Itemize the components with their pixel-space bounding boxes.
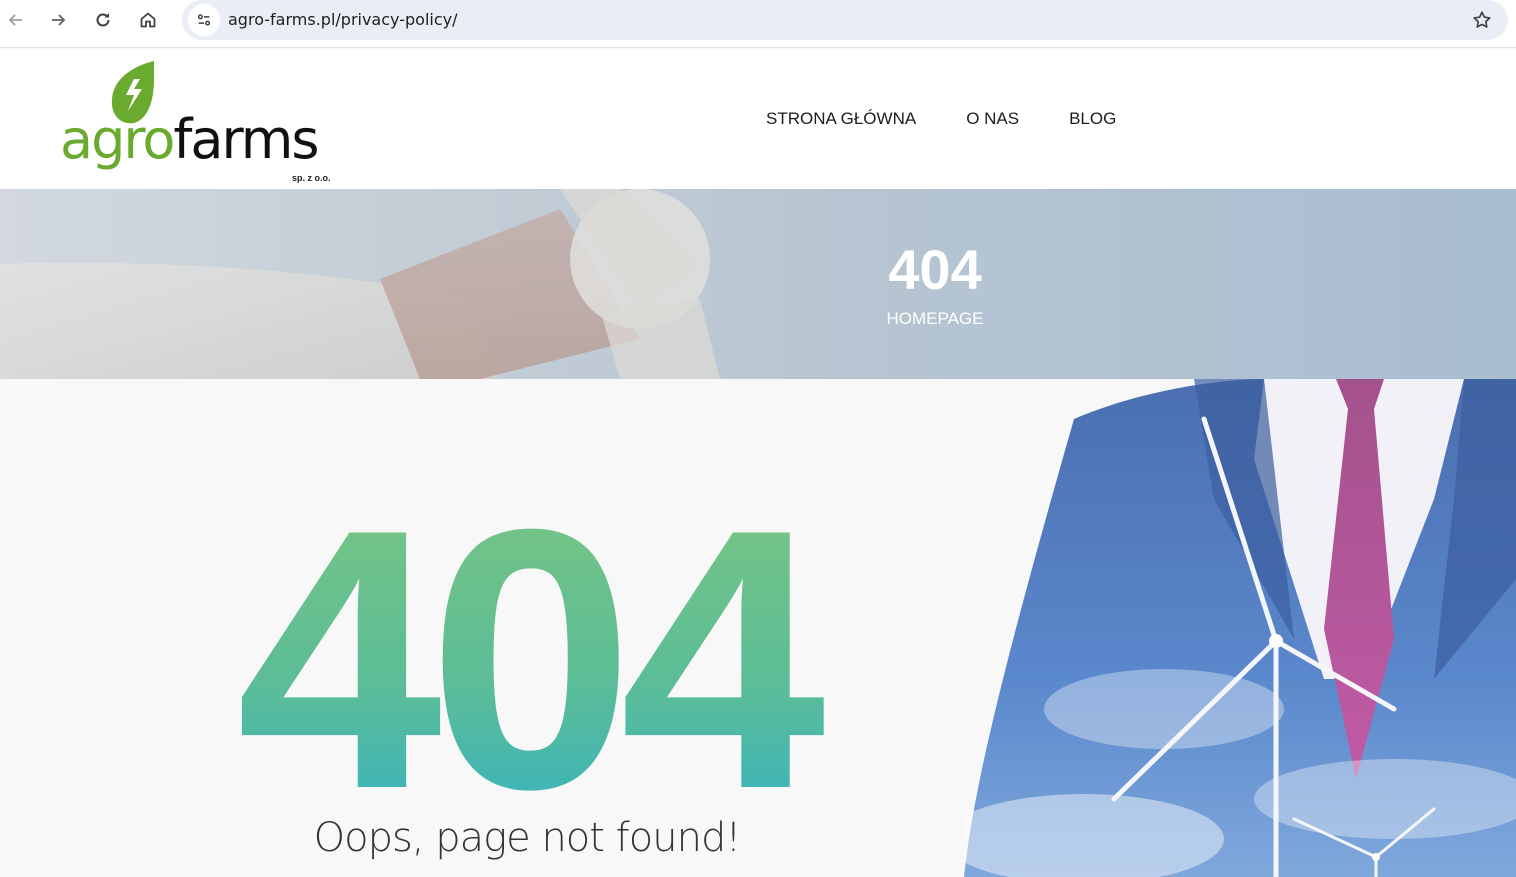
main-nav: STRONA GŁÓWNA O NAS BLOG	[766, 109, 1166, 129]
breadcrumb[interactable]: HOMEPAGE	[0, 309, 1516, 329]
reload-icon[interactable]	[87, 4, 119, 36]
bookmark-star-icon[interactable]	[1470, 8, 1494, 32]
hero-title: 404	[888, 238, 982, 301]
main-content: 404 Oops, page not found!	[0, 379, 1516, 877]
back-arrow-icon[interactable]	[0, 4, 32, 36]
businessman-wind-turbines-image	[964, 379, 1516, 877]
nav-item-o-nas[interactable]: O NAS	[966, 109, 1019, 129]
url-text[interactable]: agro-farms.pl/privacy-policy/	[228, 10, 457, 29]
error-code-text: 404	[236, 497, 828, 797]
logo-wordmark: agrofarms	[60, 108, 320, 171]
site-header: agrofarms sp. z o.o. STRONA GŁÓWNA O NAS…	[0, 49, 1516, 189]
hero-banner: 404 HOMEPAGE	[0, 189, 1516, 379]
logo-suffix: sp. z o.o.	[292, 173, 331, 183]
nav-item-strona-glowna[interactable]: STRONA GŁÓWNA	[766, 109, 916, 129]
nav-item-blog[interactable]: BLOG	[1069, 109, 1116, 129]
error-code-graphic: 404	[236, 497, 842, 797]
site-info-icon[interactable]	[188, 4, 220, 36]
agrofarms-logo[interactable]: agrofarms sp. z o.o.	[56, 57, 346, 183]
home-icon[interactable]	[132, 4, 164, 36]
forward-arrow-icon[interactable]	[42, 4, 74, 36]
browser-toolbar: agro-farms.pl/privacy-policy/	[0, 0, 1516, 48]
error-message: Oops, page not found!	[313, 815, 742, 861]
address-bar[interactable]: agro-farms.pl/privacy-policy/	[182, 0, 1508, 40]
